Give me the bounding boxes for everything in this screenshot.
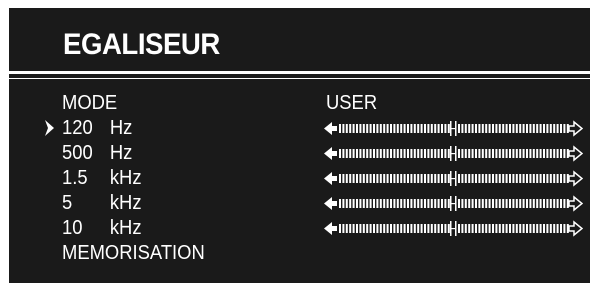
page-title: EGALISEUR [63,28,220,61]
arrow-right-icon[interactable] [568,120,583,137]
band-level-slider[interactable] [323,195,583,212]
band-unit: kHz [109,192,142,214]
arrow-left-icon[interactable] [324,147,337,160]
osd-screen: EGALISEUR MODE USER 120 Hz 500 Hz 1.5 kHz 5 kHz… [9,8,590,283]
band-label: 120 Hz [62,116,132,141]
arrow-left-icon[interactable] [324,172,337,185]
band-unit: kHz [109,167,142,189]
arrow-left-icon[interactable] [324,122,337,135]
band-row[interactable]: 120 Hz [9,116,590,141]
band-row[interactable]: 5 kHz [9,191,590,216]
band-label: 1.5 kHz [62,166,142,191]
pointer-arrow-icon [45,120,54,136]
band-unit: Hz [109,117,133,139]
band-row[interactable]: 10 kHz [9,216,590,241]
band-level-slider[interactable] [323,220,583,237]
band-label: 500 Hz [62,141,132,166]
band-row[interactable]: 500 Hz [9,141,590,166]
arrow-left-icon[interactable] [324,197,337,210]
arrow-right-icon[interactable] [568,195,583,212]
arrow-right-icon[interactable] [568,145,583,162]
title-divider [9,71,590,74]
memorisation-row[interactable]: MEMORISATION [9,241,590,266]
band-frequency: 500 [62,142,93,164]
band-frequency: 10 [62,217,83,239]
band-level-slider[interactable] [323,145,583,162]
band-frequency: 5 [62,192,73,214]
band-unit: kHz [109,217,142,239]
band-frequency: 1.5 [62,167,88,189]
band-label: 5 kHz [62,191,142,216]
mode-value[interactable]: USER [326,91,377,116]
arrow-right-icon[interactable] [568,220,583,237]
band-level-slider[interactable] [323,170,583,187]
band-label: 10 kHz [62,216,142,241]
band-unit: Hz [109,142,133,164]
arrow-right-icon[interactable] [568,170,583,187]
mode-label: MODE [62,92,118,114]
band-row[interactable]: 1.5 kHz [9,166,590,191]
mode-row[interactable]: MODE USER [9,91,590,116]
title-divider-thin [9,78,590,79]
memorisation-label: MEMORISATION [62,242,205,264]
band-frequency: 120 [62,117,93,139]
arrow-left-icon[interactable] [324,222,337,235]
band-level-slider[interactable] [323,120,583,137]
